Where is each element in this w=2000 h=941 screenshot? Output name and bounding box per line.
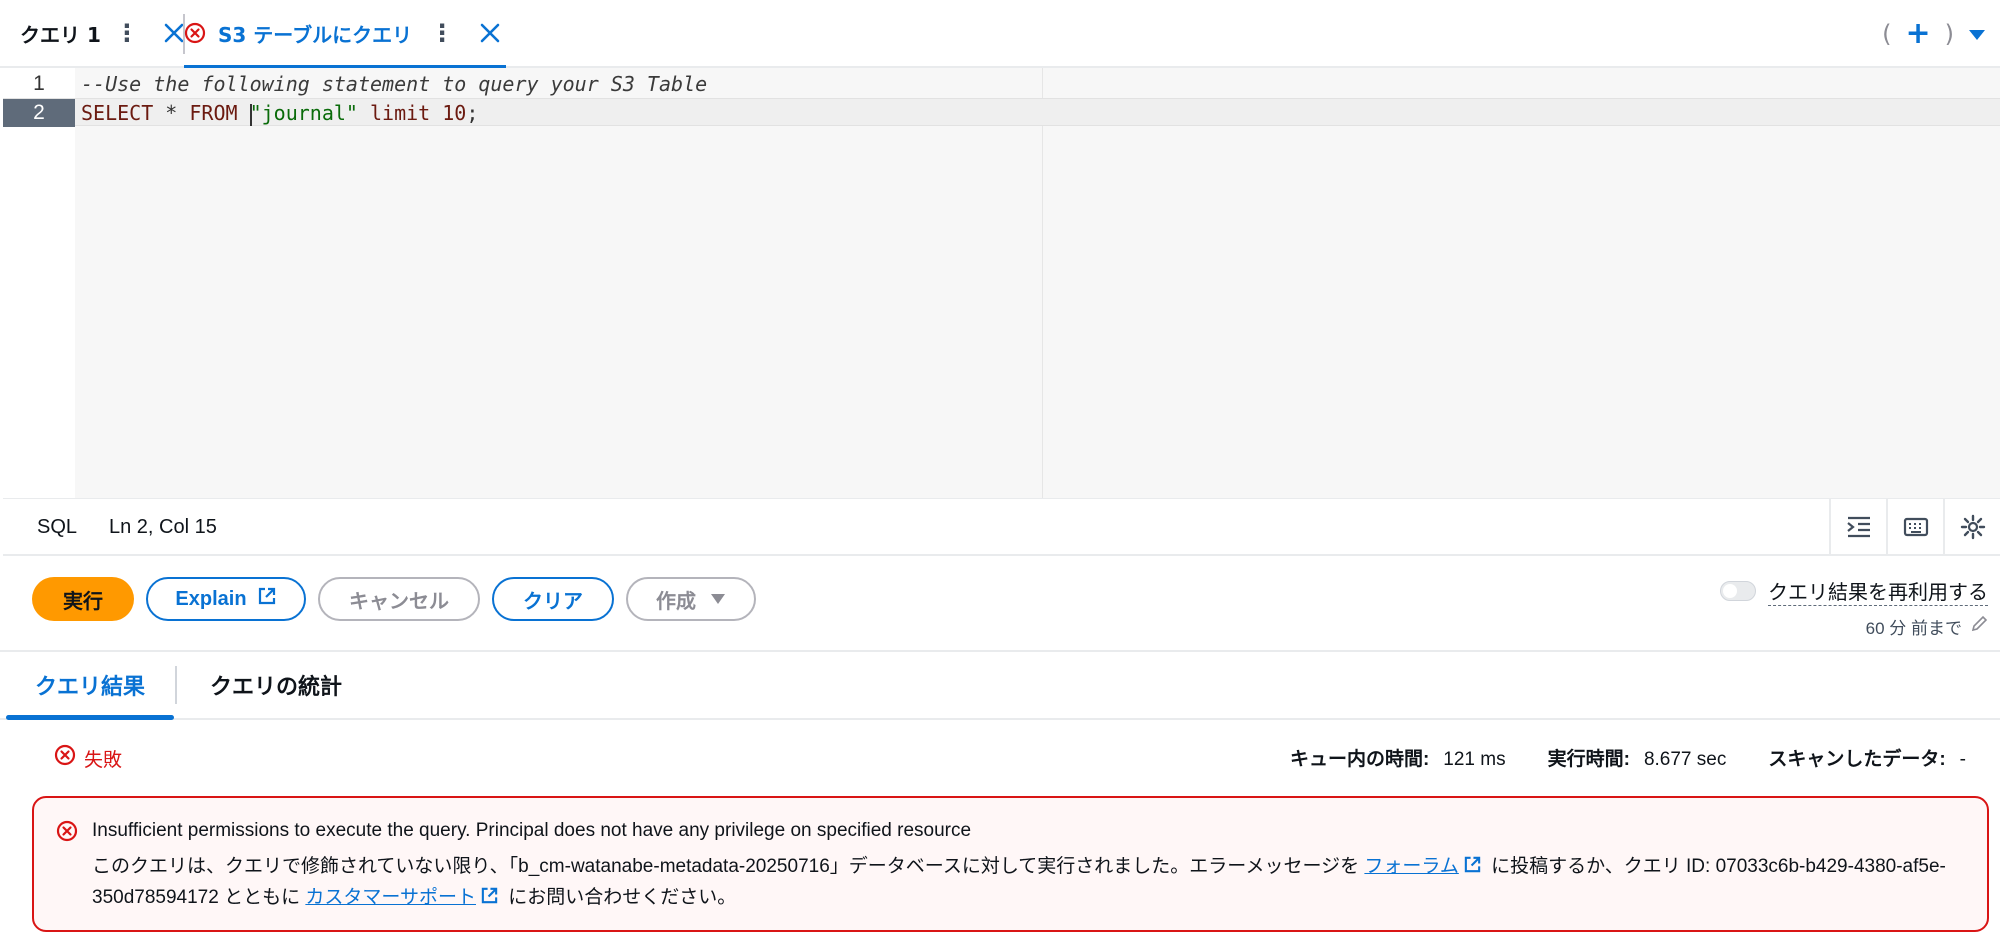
external-link-icon bbox=[1463, 854, 1482, 883]
error-body-text: このクエリは、クエリで修飾されていない限り、「b_cm-watanabe-met… bbox=[92, 856, 1365, 877]
add-tab-button[interactable]: + bbox=[1905, 19, 1930, 49]
tab-query-results[interactable]: クエリ結果 bbox=[6, 652, 174, 720]
error-icon bbox=[54, 744, 76, 772]
error-alert: Insufficient permissions to execute the … bbox=[32, 796, 1989, 932]
create-label: 作成 bbox=[656, 590, 696, 613]
sql-star: * bbox=[153, 101, 190, 125]
status-badge: 失敗 bbox=[54, 744, 122, 772]
customer-support-link[interactable]: カスタマーサポート bbox=[305, 887, 476, 908]
format-query-icon[interactable] bbox=[1829, 499, 1886, 555]
reuse-results: クエリ結果を再利用する 60 分 前まで bbox=[1720, 576, 1988, 639]
tab-label: クエリ結果 bbox=[34, 674, 145, 699]
sql-number: 10 bbox=[442, 101, 467, 125]
query-tab-bar: クエリ 1 ⋮ S3 テーブルにクエリ ⋮ ( + ) bbox=[0, 0, 2000, 68]
run-button[interactable]: 実行 bbox=[32, 577, 134, 621]
sql-semicolon: ; bbox=[466, 101, 479, 125]
run-time: 実行時間: 8.677 sec bbox=[1548, 744, 1727, 771]
queue-time: キュー内の時間: 121 ms bbox=[1290, 744, 1506, 771]
settings-gear-icon[interactable] bbox=[1943, 499, 2000, 555]
results-tabs: クエリ結果 クエリの統計 bbox=[0, 652, 2000, 720]
editor-status-bar: SQL Ln 2, Col 15 bbox=[3, 498, 2000, 556]
tab-label: S3 テーブルにクエリ bbox=[218, 22, 413, 47]
tab-s3-table-query[interactable]: S3 テーブルにクエリ ⋮ bbox=[184, 0, 506, 68]
data-scanned-label: スキャンしたデータ: bbox=[1768, 749, 1946, 770]
scroll-left-paren: ( bbox=[1882, 20, 1892, 48]
tab-label: クエリ 1 bbox=[20, 22, 101, 47]
code-line-2[interactable]: 2 SELECT * FROM "journal" limit 10; bbox=[3, 98, 2000, 127]
print-margin bbox=[1042, 68, 1043, 498]
code-text: SELECT * FROM "journal" limit 10; bbox=[81, 99, 478, 127]
line-number: 1 bbox=[33, 72, 45, 95]
sql-editor[interactable]: 1 --Use the following statement to query… bbox=[3, 68, 2000, 498]
code-comment: --Use the following statement to query y… bbox=[81, 72, 708, 96]
forum-link[interactable]: フォーラム bbox=[1364, 856, 1458, 877]
close-tab-icon[interactable] bbox=[478, 21, 502, 45]
cancel-button[interactable]: キャンセル bbox=[318, 577, 480, 621]
explain-label: Explain bbox=[175, 587, 247, 610]
reuse-results-toggle[interactable] bbox=[1720, 581, 1756, 601]
language-indicator: SQL bbox=[37, 516, 78, 538]
line-number-active: 2 bbox=[3, 99, 75, 127]
tab-menu-caret-icon[interactable] bbox=[1968, 20, 1986, 48]
clear-button[interactable]: クリア bbox=[492, 577, 614, 621]
data-scanned-value: - bbox=[1959, 749, 1966, 770]
create-dropdown-button[interactable]: 作成 bbox=[626, 577, 756, 621]
query-stats: キュー内の時間: 121 ms 実行時間: 8.677 sec スキャンしたデータ:… bbox=[1290, 744, 1966, 771]
caret-down-icon bbox=[710, 588, 726, 611]
close-tab-icon[interactable] bbox=[163, 21, 185, 45]
external-link-icon bbox=[257, 586, 277, 612]
edit-pencil-icon[interactable] bbox=[1970, 615, 1988, 638]
keyboard-shortcuts-icon[interactable] bbox=[1886, 499, 1943, 555]
error-title: Insufficient permissions to execute the … bbox=[92, 820, 972, 841]
scroll-right-paren: ) bbox=[1944, 20, 1954, 48]
result-status-row: 失敗 キュー内の時間: 121 ms 実行時間: 8.677 sec スキャンしたデ… bbox=[0, 740, 2000, 774]
tab-actions-icon[interactable]: ⋮ bbox=[430, 21, 454, 45]
tab-actions-icon[interactable]: ⋮ bbox=[115, 21, 139, 45]
error-message: このクエリは、クエリで修飾されていない限り、「b_cm-watanabe-met… bbox=[92, 852, 1972, 914]
sql-space bbox=[238, 101, 250, 125]
sql-keyword: FROM bbox=[189, 101, 238, 125]
reuse-results-label[interactable]: クエリ結果を再利用する bbox=[1768, 576, 1988, 606]
query-actions: 実行 Explain キャンセル クリア 作成 クエリ結果を再利用する 60 分… bbox=[0, 556, 2000, 652]
editor-tools bbox=[1829, 499, 2000, 555]
reuse-age: 60 分 前まで bbox=[1865, 619, 1962, 638]
data-scanned: スキャンしたデータ: - bbox=[1768, 744, 1966, 771]
error-icon bbox=[56, 820, 78, 846]
queue-time-label: キュー内の時間: bbox=[1289, 749, 1430, 770]
tab-query-1[interactable]: クエリ 1 ⋮ bbox=[20, 0, 184, 66]
run-time-label: 実行時間: bbox=[1547, 749, 1630, 770]
cursor-position: Ln 2, Col 15 bbox=[109, 516, 217, 538]
line-number-gutter bbox=[3, 68, 75, 498]
tab-label: クエリの統計 bbox=[209, 674, 342, 699]
error-body-text: にお問い合わせください。 bbox=[503, 887, 737, 908]
tab-query-stats[interactable]: クエリの統計 bbox=[186, 652, 366, 718]
code-line-1[interactable]: 1 --Use the following statement to query… bbox=[3, 70, 2000, 98]
sql-string: "journal" bbox=[249, 101, 358, 125]
explain-button[interactable]: Explain bbox=[146, 577, 306, 621]
external-link-icon bbox=[480, 885, 499, 914]
run-time-value: 8.677 sec bbox=[1643, 749, 1727, 770]
sql-keyword: SELECT bbox=[81, 101, 154, 125]
error-icon bbox=[184, 22, 206, 44]
queue-time-value: 121 ms bbox=[1443, 749, 1506, 770]
tab-divider bbox=[175, 666, 177, 704]
status-text: 失敗 bbox=[84, 749, 123, 771]
tab-tools: ( + ) bbox=[1882, 18, 1986, 50]
active-tab-indicator bbox=[6, 715, 174, 720]
sql-keyword: limit bbox=[357, 101, 443, 125]
